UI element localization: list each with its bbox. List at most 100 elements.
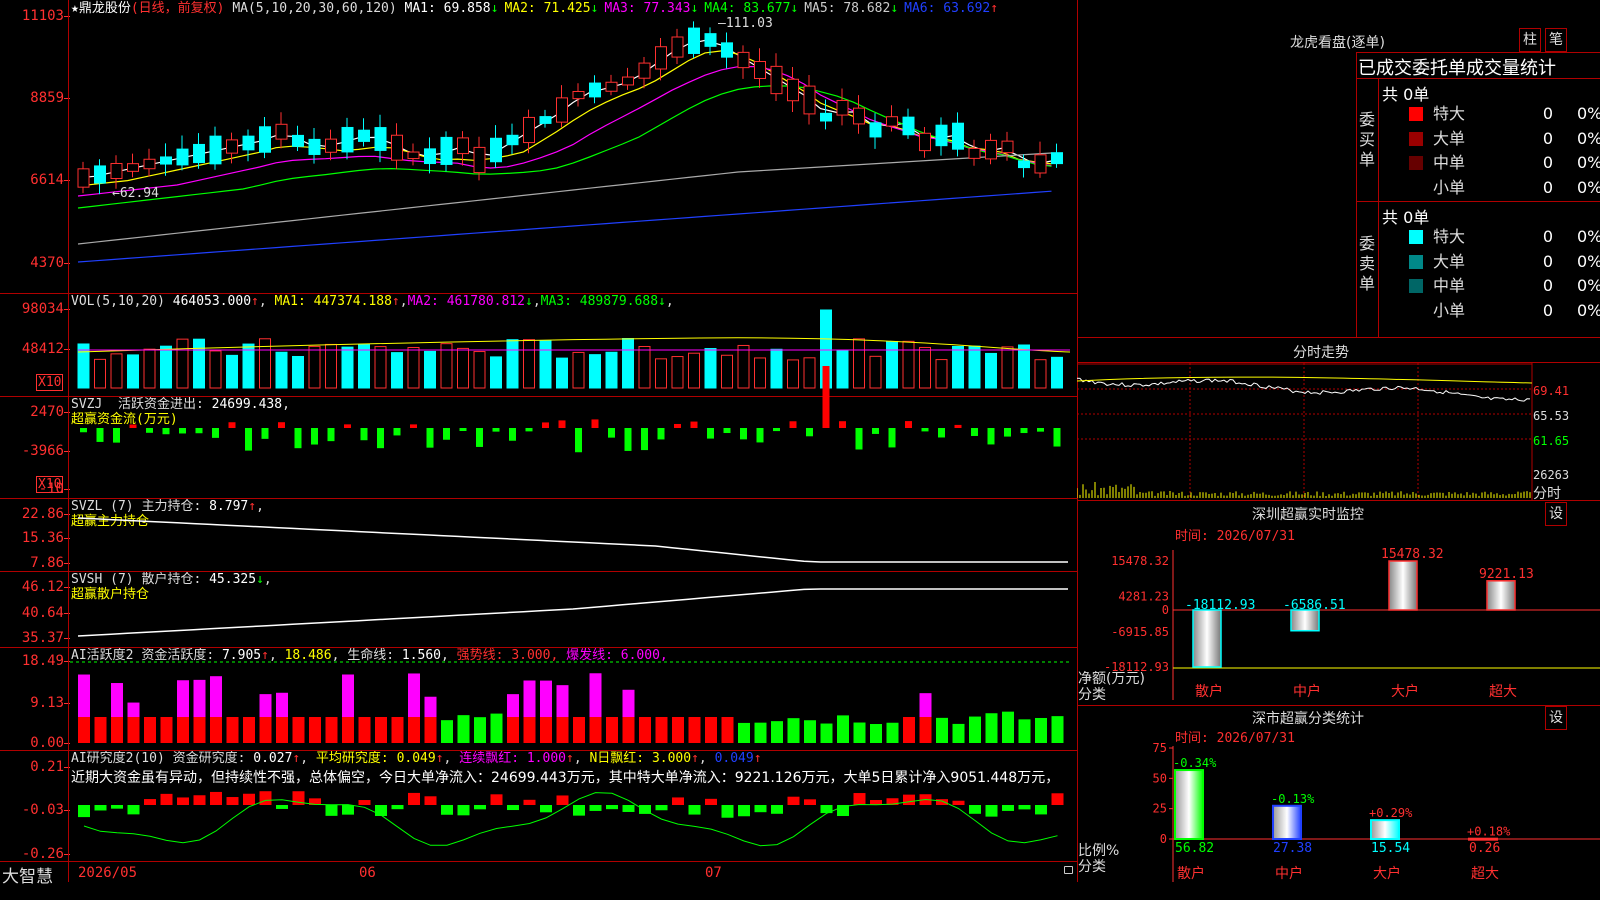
volume-bar <box>605 351 618 389</box>
candle-body <box>523 116 535 144</box>
candle-body <box>292 134 304 147</box>
volume-bar <box>341 346 354 389</box>
candle-body <box>952 122 964 150</box>
active-bar <box>952 723 965 743</box>
research-bar <box>160 793 173 805</box>
research-bar <box>771 805 783 814</box>
active-bar <box>804 720 816 743</box>
volume-bar <box>490 356 502 389</box>
color-swatch <box>1409 156 1423 170</box>
volume-bar <box>391 352 403 389</box>
research-bar <box>952 800 965 805</box>
candle-body <box>671 36 684 58</box>
column-view-button[interactable]: 柱 <box>1519 28 1541 52</box>
volume-bar <box>539 340 552 389</box>
research-bar <box>358 800 371 805</box>
candle-body <box>853 107 865 125</box>
active-bar <box>210 717 222 743</box>
active-bar <box>820 723 833 743</box>
active-bar <box>936 717 948 743</box>
active-bar <box>342 717 354 743</box>
order-count: 0 <box>1542 177 1553 197</box>
active-bar <box>490 713 503 743</box>
order-count: 0 <box>1542 128 1553 148</box>
research-bar <box>457 805 470 816</box>
active-bar <box>919 717 932 743</box>
active-bar <box>837 715 849 743</box>
active-bar <box>292 717 305 743</box>
research-bar <box>210 791 222 805</box>
flow-bar <box>1004 428 1011 437</box>
candle-body <box>391 134 403 161</box>
volume-bar <box>589 354 601 389</box>
classify-chart[interactable]: 75 50 25 0 -0.34% 56.82 散户 -0.13% 27.38 中户 +0.29% 1… <box>1077 742 1600 882</box>
active-bar-extra <box>127 702 140 717</box>
buy-row: 大单 0 0% <box>1409 127 1600 151</box>
volume-bar <box>671 356 684 389</box>
classify-category: 散户 <box>1177 865 1205 882</box>
flow-bar <box>888 428 896 448</box>
candle-body <box>572 90 585 100</box>
buy-row: 特大 0 0% <box>1409 102 1600 126</box>
active-bar <box>688 717 701 743</box>
classify-bar <box>1468 837 1498 841</box>
classify-category: 中户 <box>1275 865 1303 882</box>
classify-value: 27.38 <box>1273 841 1312 856</box>
research-bar <box>259 791 272 805</box>
active-bar <box>177 717 189 743</box>
volume-bar <box>787 359 799 389</box>
order-size-label: 小单 <box>1433 177 1466 197</box>
tick-view-button[interactable]: 笔 <box>1545 28 1567 52</box>
volume-bar <box>94 358 106 389</box>
active-bar <box>870 724 882 743</box>
flow-bar <box>228 422 236 428</box>
flow-bar <box>212 428 219 438</box>
research-bar <box>1018 805 1031 810</box>
active-bar <box>457 715 470 743</box>
research-bar <box>721 805 734 818</box>
classify-y-tick: 75 <box>1153 742 1167 755</box>
stock-chart-svg[interactable]: —111.03 ←62.94 <box>0 0 1077 882</box>
volume-bar <box>935 359 948 389</box>
monitor-settings-button[interactable]: 设 <box>1545 502 1567 526</box>
order-size-label: 大单 <box>1433 128 1466 148</box>
classify-settings-button[interactable]: 设 <box>1545 706 1567 730</box>
candle-body <box>341 126 354 153</box>
monitor-bar-label: -18112.93 <box>1185 598 1255 613</box>
volume-bar <box>143 348 156 389</box>
classify-bar <box>1370 819 1400 840</box>
candle-body <box>1034 154 1047 174</box>
volume-bar <box>902 340 915 389</box>
volume-bar <box>572 351 585 389</box>
flow-bar <box>443 428 450 440</box>
volume-bar <box>193 338 205 389</box>
flow-bar <box>96 428 104 442</box>
monitor-y-tick: 15478.32 <box>1111 554 1169 568</box>
volume-bar <box>688 352 700 389</box>
intraday-chart[interactable] <box>1077 363 1600 500</box>
order-count: 0 <box>1542 251 1553 271</box>
active-bar <box>985 713 998 743</box>
classify-change: -0.13% <box>1271 792 1315 806</box>
order-percent: 0% <box>1577 153 1600 172</box>
research-bar <box>375 805 387 816</box>
candle-body <box>506 134 519 146</box>
active-bar <box>705 717 717 743</box>
candle-body <box>622 76 634 86</box>
active-bar <box>259 717 272 743</box>
monitor-chart[interactable]: 15478.324281.230-6915.85-18112.93-18112.… <box>1077 540 1600 705</box>
active-bar <box>144 717 156 743</box>
active-bar <box>358 717 371 743</box>
flow-bar <box>608 428 615 438</box>
active-bar <box>969 716 981 743</box>
flow-bar <box>129 424 137 428</box>
order-size-label: 中单 <box>1433 153 1466 172</box>
volume-bar <box>1051 356 1063 389</box>
flow-bar <box>822 366 830 428</box>
color-swatch <box>1409 180 1423 195</box>
order-size-label: 中单 <box>1433 276 1466 295</box>
research-bar <box>408 792 420 805</box>
intraday-title: 分时走势 <box>1293 345 1349 361</box>
research-bar <box>490 794 503 805</box>
active-bar <box>243 717 255 743</box>
